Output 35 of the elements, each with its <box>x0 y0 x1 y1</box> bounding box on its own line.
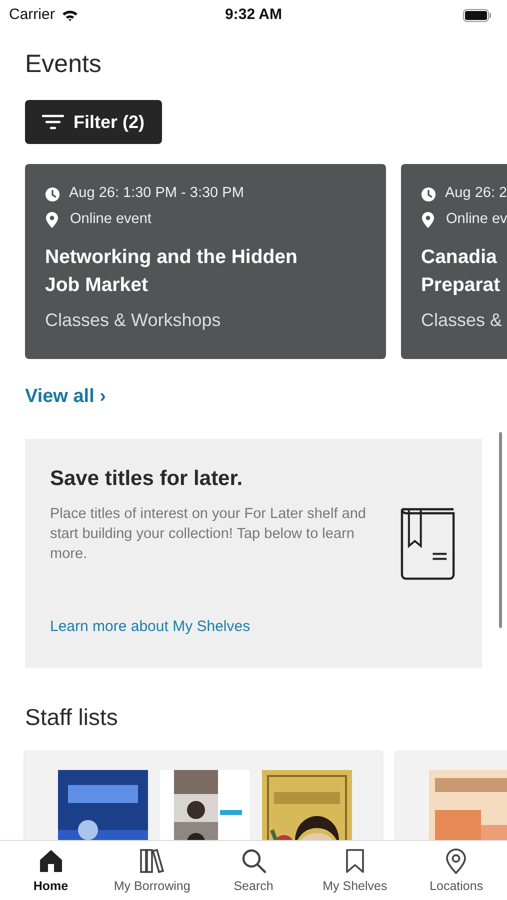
event-time: Aug 26: 1:30 PM - 3:30 PM <box>69 184 244 204</box>
filter-icon <box>42 114 64 130</box>
event-card[interactable]: Aug 26: 2 Online ev Canadia Preparat Classes & <box>401 164 507 359</box>
event-location: Online ev <box>446 210 507 230</box>
event-title: Networking and the Hidden Job Market <box>45 245 298 298</box>
location-pin-icon <box>46 212 58 228</box>
home-icon <box>38 848 64 874</box>
section-title: Events <box>25 49 102 80</box>
promo-text: Place titles of interest on your For Later shelf and start building your collection! Tap below to learn more. <box>50 505 367 564</box>
location-pin-icon <box>422 212 434 228</box>
event-card[interactable]: Aug 26: 1:30 PM - 3:30 PM Online event Networking and the Hidden Job Market Classes & Workshops <box>25 164 386 359</box>
filter-button[interactable]: Filter (2) <box>25 100 162 144</box>
event-time: Aug 26: 2 <box>445 184 507 204</box>
event-title: Canadia Preparat <box>421 245 502 298</box>
search-icon <box>240 848 267 874</box>
event-category: Classes & <box>421 309 504 332</box>
carrier-name: Carrier <box>9 4 55 25</box>
promo-title: Save titles for later. <box>50 466 244 492</box>
tab-item[interactable]: Search <box>202 841 304 900</box>
tab-item[interactable]: My Shelves <box>304 841 406 900</box>
clock-icon <box>45 186 60 202</box>
book-icon <box>399 506 457 580</box>
tab-item[interactable]: Locations <box>406 841 507 900</box>
event-category: Classes & Workshops <box>45 309 222 332</box>
learn-more-link[interactable]: Learn more about My Shelves <box>50 616 250 638</box>
clock-time: 9:32 AM <box>225 4 282 25</box>
section-title: Staff lists <box>25 703 119 732</box>
tab-item[interactable]: My Borrowing <box>101 841 203 900</box>
clock-icon <box>421 186 436 202</box>
battery-icon <box>463 8 491 22</box>
wifi-icon <box>60 8 79 22</box>
tab-item[interactable]: Home <box>0 841 102 900</box>
view-all-link[interactable]: View all › <box>25 385 106 409</box>
event-location: Online event <box>70 210 152 230</box>
books-icon <box>139 848 166 874</box>
